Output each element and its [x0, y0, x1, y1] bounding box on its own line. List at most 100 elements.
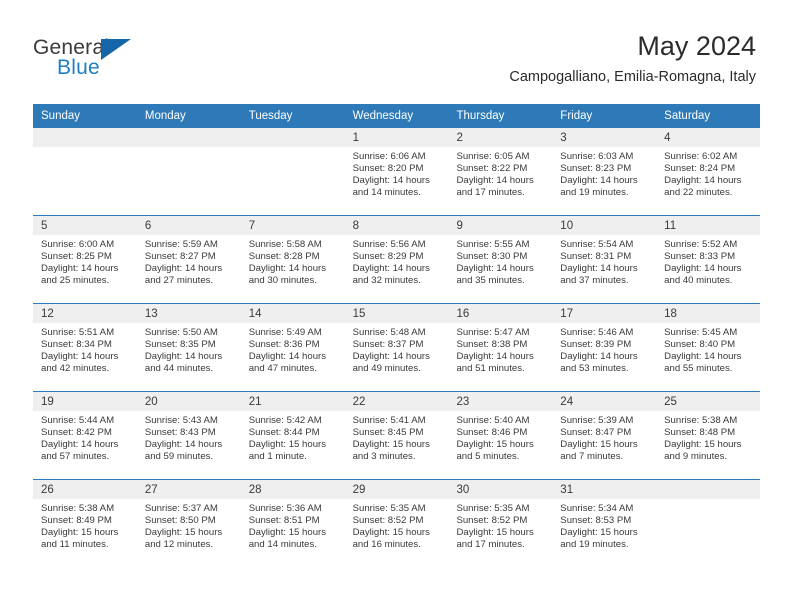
day-cell[interactable] [33, 128, 137, 215]
sunset-text: Sunset: 8:52 PM [352, 515, 424, 527]
day-cell[interactable]: 30 Sunrise: 5:35 AM Sunset: 8:52 PM Dayl… [448, 480, 553, 567]
day-cell[interactable]: 14 Sunrise: 5:49 AM Sunset: 8:36 PM Dayl… [240, 304, 345, 391]
daylight-text-line2: and 49 minutes. [352, 363, 421, 375]
day-number: 30 [448, 480, 553, 499]
day-info: Sunrise: 5:41 AM Sunset: 8:45 PM Dayligh… [345, 411, 449, 463]
daylight-text-line1: Daylight: 15 hours [248, 527, 327, 539]
daylight-text-line1: Daylight: 15 hours [456, 527, 534, 539]
daylight-text-line1: Daylight: 14 hours [456, 175, 534, 187]
day-cell[interactable]: 28 Sunrise: 5:36 AM Sunset: 8:51 PM Dayl… [240, 480, 345, 567]
sunrise-text: Sunrise: 5:38 AM [664, 415, 738, 426]
sunrise-text: Sunrise: 5:44 AM [41, 415, 115, 426]
day-cell[interactable]: 27 Sunrise: 5:37 AM Sunset: 8:50 PM Dayl… [136, 480, 241, 567]
sunset-text: Sunset: 8:45 PM [352, 427, 424, 439]
day-cell[interactable]: 19 Sunrise: 5:44 AM Sunset: 8:42 PM Dayl… [33, 392, 137, 479]
sunrise-text: Sunrise: 6:02 AM [664, 151, 738, 162]
daylight-text-line1: Daylight: 14 hours [352, 351, 430, 363]
daylight-text-line1: Daylight: 14 hours [41, 439, 119, 451]
day-cell[interactable]: 5 Sunrise: 6:00 AM Sunset: 8:25 PM Dayli… [33, 216, 137, 303]
sunset-text: Sunset: 8:22 PM [456, 163, 528, 175]
day-info: Sunrise: 5:51 AM Sunset: 8:34 PM Dayligh… [33, 323, 137, 375]
sunset-text: Sunset: 8:47 PM [560, 427, 632, 439]
day-cell[interactable]: 8 Sunrise: 5:56 AM Sunset: 8:29 PM Dayli… [344, 216, 449, 303]
day-info: Sunrise: 5:34 AM Sunset: 8:53 PM Dayligh… [552, 499, 656, 551]
daylight-text-line1: Daylight: 14 hours [248, 263, 327, 275]
daylight-text-line1: Daylight: 15 hours [248, 439, 327, 451]
daylight-text-line1: Daylight: 14 hours [41, 263, 119, 275]
day-cell[interactable]: 6 Sunrise: 5:59 AM Sunset: 8:27 PM Dayli… [136, 216, 241, 303]
day-cell[interactable]: 31 Sunrise: 5:34 AM Sunset: 8:53 PM Dayl… [552, 480, 657, 567]
daylight-text-line2: and 40 minutes. [664, 275, 733, 287]
daylight-text-line2: and 30 minutes. [248, 275, 317, 287]
day-cell[interactable]: 4 Sunrise: 6:02 AM Sunset: 8:24 PM Dayli… [656, 128, 761, 215]
sunrise-text: Sunrise: 5:55 AM [456, 239, 530, 250]
sunrise-text: Sunrise: 5:39 AM [560, 415, 634, 426]
day-cell[interactable]: 7 Sunrise: 5:58 AM Sunset: 8:28 PM Dayli… [240, 216, 345, 303]
day-cell[interactable]: 3 Sunrise: 6:03 AM Sunset: 8:23 PM Dayli… [552, 128, 657, 215]
day-cell[interactable]: 23 Sunrise: 5:40 AM Sunset: 8:46 PM Dayl… [448, 392, 553, 479]
day-cell[interactable] [136, 128, 241, 215]
day-info: Sunrise: 5:39 AM Sunset: 8:47 PM Dayligh… [552, 411, 656, 463]
daylight-text-line1: Daylight: 14 hours [248, 351, 327, 363]
daylight-text-line2: and 5 minutes. [456, 451, 520, 463]
day-cell[interactable]: 16 Sunrise: 5:47 AM Sunset: 8:38 PM Dayl… [448, 304, 553, 391]
day-cell[interactable]: 24 Sunrise: 5:39 AM Sunset: 8:47 PM Dayl… [552, 392, 657, 479]
daylight-text-line1: Daylight: 14 hours [144, 351, 223, 363]
daylight-text-line1: Daylight: 14 hours [664, 175, 742, 187]
day-cell[interactable]: 25 Sunrise: 5:38 AM Sunset: 8:48 PM Dayl… [656, 392, 761, 479]
sunrise-text: Sunrise: 5:52 AM [664, 239, 738, 250]
sunset-text: Sunset: 8:39 PM [560, 339, 632, 351]
day-number: 27 [136, 480, 241, 499]
calendar-grid: Sunday Monday Tuesday Wednesday Thursday… [33, 104, 761, 567]
day-number: 9 [448, 216, 553, 235]
day-info: Sunrise: 5:49 AM Sunset: 8:36 PM Dayligh… [241, 323, 345, 375]
day-cell[interactable]: 2 Sunrise: 6:05 AM Sunset: 8:22 PM Dayli… [448, 128, 553, 215]
weekday-header-sunday: Sunday [41, 110, 81, 122]
daylight-text-line2: and 51 minutes. [456, 363, 525, 375]
sunset-text: Sunset: 8:48 PM [664, 427, 736, 439]
day-cell[interactable]: 21 Sunrise: 5:42 AM Sunset: 8:44 PM Dayl… [240, 392, 345, 479]
day-number: 23 [448, 392, 553, 411]
day-cell[interactable]: 12 Sunrise: 5:51 AM Sunset: 8:34 PM Dayl… [33, 304, 137, 391]
day-number: 4 [656, 128, 761, 147]
page-header: General Blue May 2024 Campogalliano, Emi… [0, 0, 792, 100]
day-number: 22 [344, 392, 449, 411]
sunrise-text: Sunrise: 5:41 AM [352, 415, 426, 426]
sunset-text: Sunset: 8:43 PM [144, 427, 216, 439]
day-cell[interactable]: 20 Sunrise: 5:43 AM Sunset: 8:43 PM Dayl… [136, 392, 241, 479]
sunset-text: Sunset: 8:49 PM [41, 515, 112, 527]
day-cell[interactable] [240, 128, 345, 215]
sunset-text: Sunset: 8:33 PM [664, 251, 736, 263]
sunset-text: Sunset: 8:30 PM [456, 251, 528, 263]
day-info: Sunrise: 5:48 AM Sunset: 8:37 PM Dayligh… [345, 323, 449, 375]
day-cell[interactable]: 1 Sunrise: 6:06 AM Sunset: 8:20 PM Dayli… [344, 128, 449, 215]
daylight-text-line2: and 57 minutes. [41, 451, 110, 463]
sunrise-text: Sunrise: 6:03 AM [560, 151, 634, 162]
day-number: 14 [240, 304, 345, 323]
day-number: 8 [344, 216, 449, 235]
day-cell[interactable]: 9 Sunrise: 5:55 AM Sunset: 8:30 PM Dayli… [448, 216, 553, 303]
daylight-text-line2: and 1 minute. [248, 451, 307, 463]
day-cell[interactable]: 10 Sunrise: 5:54 AM Sunset: 8:31 PM Dayl… [552, 216, 657, 303]
day-info: Sunrise: 5:35 AM Sunset: 8:52 PM Dayligh… [448, 499, 552, 551]
sunrise-text: Sunrise: 5:42 AM [248, 415, 322, 426]
day-cell[interactable]: 22 Sunrise: 5:41 AM Sunset: 8:45 PM Dayl… [344, 392, 449, 479]
page-title: May 2024 [637, 31, 756, 61]
title-block: May 2024 Campogalliano, Emilia-Romagna, … [509, 30, 756, 86]
day-number: 16 [448, 304, 553, 323]
day-info: Sunrise: 5:46 AM Sunset: 8:39 PM Dayligh… [552, 323, 656, 375]
day-cell[interactable]: 26 Sunrise: 5:38 AM Sunset: 8:49 PM Dayl… [33, 480, 137, 567]
daylight-text-line2: and 12 minutes. [144, 539, 214, 551]
day-cell[interactable] [656, 480, 761, 567]
day-cell[interactable]: 11 Sunrise: 5:52 AM Sunset: 8:33 PM Dayl… [656, 216, 761, 303]
day-cell[interactable]: 15 Sunrise: 5:48 AM Sunset: 8:37 PM Dayl… [344, 304, 449, 391]
day-cell[interactable]: 13 Sunrise: 5:50 AM Sunset: 8:35 PM Dayl… [136, 304, 241, 391]
day-cell[interactable]: 17 Sunrise: 5:46 AM Sunset: 8:39 PM Dayl… [552, 304, 657, 391]
daylight-text-line2: and 16 minutes. [352, 539, 421, 551]
day-info: Sunrise: 5:55 AM Sunset: 8:30 PM Dayligh… [448, 235, 552, 287]
sunset-text: Sunset: 8:46 PM [456, 427, 528, 439]
sunrise-text: Sunrise: 6:00 AM [41, 239, 115, 250]
sunrise-text: Sunrise: 6:05 AM [456, 151, 530, 162]
day-cell[interactable]: 18 Sunrise: 5:45 AM Sunset: 8:40 PM Dayl… [656, 304, 761, 391]
day-cell[interactable]: 29 Sunrise: 5:35 AM Sunset: 8:52 PM Dayl… [344, 480, 449, 567]
